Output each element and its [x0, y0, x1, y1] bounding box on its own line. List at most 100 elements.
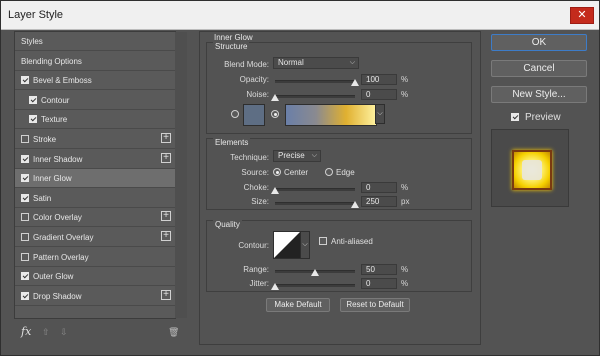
- sidebar-item-label: Pattern Overlay: [33, 252, 89, 262]
- size-slider-handle[interactable]: [351, 201, 359, 208]
- move-down-icon[interactable]: ⇩: [60, 327, 68, 338]
- sidebar-item-checkbox[interactable]: [21, 233, 29, 241]
- sidebar-item[interactable]: Blending Options: [15, 52, 175, 71]
- size-input[interactable]: 250: [361, 196, 397, 207]
- sidebar-item[interactable]: Bevel & Emboss: [15, 71, 175, 91]
- noise-input[interactable]: 0: [361, 89, 397, 100]
- add-effect-icon[interactable]: +: [161, 289, 171, 300]
- source-center-radio[interactable]: [273, 168, 281, 176]
- jitter-input[interactable]: 0: [361, 278, 397, 289]
- sidebar-item[interactable]: Pattern Overlay: [15, 248, 175, 267]
- sidebar-item-label: Stroke: [33, 135, 57, 144]
- sidebar-item-label: Styles: [21, 37, 43, 46]
- sidebar-item-label: Bevel & Emboss: [33, 76, 92, 86]
- sidebar-item[interactable]: Color Overlay +: [15, 208, 175, 228]
- sidebar-item-label: Gradient Overlay: [33, 233, 94, 242]
- sidebar-item-checkbox[interactable]: [21, 291, 29, 300]
- jitter-label: Jitter:: [249, 279, 269, 288]
- add-effect-icon[interactable]: +: [161, 152, 171, 163]
- glow-color-swatch[interactable]: [243, 104, 265, 126]
- make-default-button[interactable]: Make Default: [266, 298, 330, 312]
- sidebar-item[interactable]: Inner Glow: [15, 169, 175, 189]
- sidebar-item-checkbox[interactable]: [29, 115, 37, 124]
- size-slider[interactable]: [275, 202, 355, 205]
- sidebar-item[interactable]: Styles: [15, 32, 175, 51]
- sidebar-item-checkbox[interactable]: [21, 193, 29, 202]
- sidebar-item-checkbox[interactable]: [29, 95, 37, 104]
- sidebar-item-label: Texture: [41, 115, 68, 125]
- sidebar-item-checkbox[interactable]: [21, 272, 29, 281]
- glow-gradient-swatch[interactable]: [285, 104, 377, 126]
- anti-aliased-label: Anti-aliased: [331, 237, 373, 246]
- sidebar-item[interactable]: Contour: [15, 91, 175, 110]
- contour-dropdown-arrow[interactable]: ⌵: [300, 231, 310, 259]
- add-effect-icon[interactable]: +: [161, 133, 171, 143]
- range-unit: %: [401, 265, 409, 274]
- noise-slider-handle[interactable]: [271, 94, 279, 101]
- section-title: Inner Glow: [214, 33, 253, 42]
- sidebar-item-checkbox[interactable]: [21, 174, 29, 183]
- blend-mode-select[interactable]: Normal ⌵: [273, 57, 359, 69]
- size-unit: px: [401, 197, 410, 206]
- opacity-unit: %: [401, 75, 409, 84]
- contour-picker[interactable]: [273, 231, 301, 259]
- opacity-slider[interactable]: [275, 80, 355, 83]
- size-label: Size:: [251, 197, 269, 206]
- sidebar-item[interactable]: Drop Shadow +: [15, 287, 175, 306]
- gradient-radio[interactable]: [271, 110, 279, 118]
- blend-mode-value: Normal: [278, 58, 304, 67]
- title-bar: Layer Style ✕: [1, 1, 599, 30]
- quality-group: Quality Contour: ⌵ Anti-aliased Range: 5…: [206, 220, 472, 292]
- trash-icon[interactable]: 🗑: [168, 327, 179, 338]
- gradient-dropdown-arrow[interactable]: ⌵: [375, 104, 385, 124]
- anti-aliased-checkbox[interactable]: [319, 237, 327, 245]
- structure-title: Structure: [213, 42, 250, 51]
- sidebar-item-checkbox[interactable]: [21, 252, 29, 261]
- sidebar-item-checkbox[interactable]: [21, 154, 29, 163]
- sidebar-item-checkbox[interactable]: [21, 213, 29, 222]
- choke-slider-handle[interactable]: [271, 187, 279, 194]
- ok-button[interactable]: OK: [491, 34, 587, 51]
- jitter-slider[interactable]: [275, 284, 355, 287]
- color-radio[interactable]: [231, 110, 239, 118]
- sidebar-item[interactable]: Gradient Overlay +: [15, 228, 175, 247]
- sidebar-item-label: Drop Shadow: [33, 291, 82, 301]
- jitter-slider-handle[interactable]: [271, 283, 279, 290]
- choke-slider[interactable]: [275, 188, 355, 191]
- technique-select[interactable]: Precise ⌵: [273, 150, 321, 162]
- sidebar-scrollbar[interactable]: [175, 32, 187, 318]
- add-effect-icon[interactable]: +: [161, 231, 171, 241]
- sidebar-item-checkbox[interactable]: [21, 76, 29, 85]
- range-input[interactable]: 50: [361, 264, 397, 275]
- opacity-slider-handle[interactable]: [351, 79, 359, 86]
- sidebar-footer: fx ⇧ ⇩ 🗑: [14, 319, 186, 347]
- sidebar-item[interactable]: Inner Shadow +: [15, 150, 175, 169]
- layer-style-dialog: Layer Style ✕ Styles Blending Options Beve…: [0, 0, 600, 356]
- new-style-button[interactable]: New Style...: [491, 86, 587, 103]
- add-effect-icon[interactable]: +: [161, 211, 171, 222]
- preview-checkbox[interactable]: [511, 113, 519, 121]
- noise-label: Noise:: [246, 90, 269, 99]
- source-edge-label: Edge: [336, 168, 355, 177]
- range-label: Range:: [243, 265, 269, 274]
- sidebar-item[interactable]: Stroke +: [15, 130, 175, 149]
- cancel-button[interactable]: Cancel: [491, 60, 587, 77]
- range-slider-handle[interactable]: [311, 269, 319, 276]
- chevron-down-icon: ⌵: [311, 152, 317, 159]
- sidebar-item[interactable]: Outer Glow: [15, 267, 175, 287]
- opacity-input[interactable]: 100: [361, 74, 397, 85]
- close-button[interactable]: ✕: [570, 7, 594, 24]
- style-preview-thumbnail: [491, 129, 569, 207]
- noise-slider[interactable]: [275, 95, 355, 98]
- source-edge-radio[interactable]: [325, 168, 333, 176]
- sidebar-item-label: Inner Shadow: [33, 154, 83, 164]
- choke-input[interactable]: 0: [361, 182, 397, 193]
- reset-to-default-button[interactable]: Reset to Default: [340, 298, 410, 312]
- move-up-icon[interactable]: ⇧: [42, 327, 50, 338]
- fx-button[interactable]: fx: [21, 325, 31, 338]
- sidebar-item-label: Color Overlay: [33, 213, 82, 223]
- sidebar-item[interactable]: Texture: [15, 110, 175, 130]
- sidebar-item[interactable]: Satin: [15, 189, 175, 208]
- sidebar-item-checkbox[interactable]: [21, 135, 29, 143]
- choke-unit: %: [401, 183, 409, 192]
